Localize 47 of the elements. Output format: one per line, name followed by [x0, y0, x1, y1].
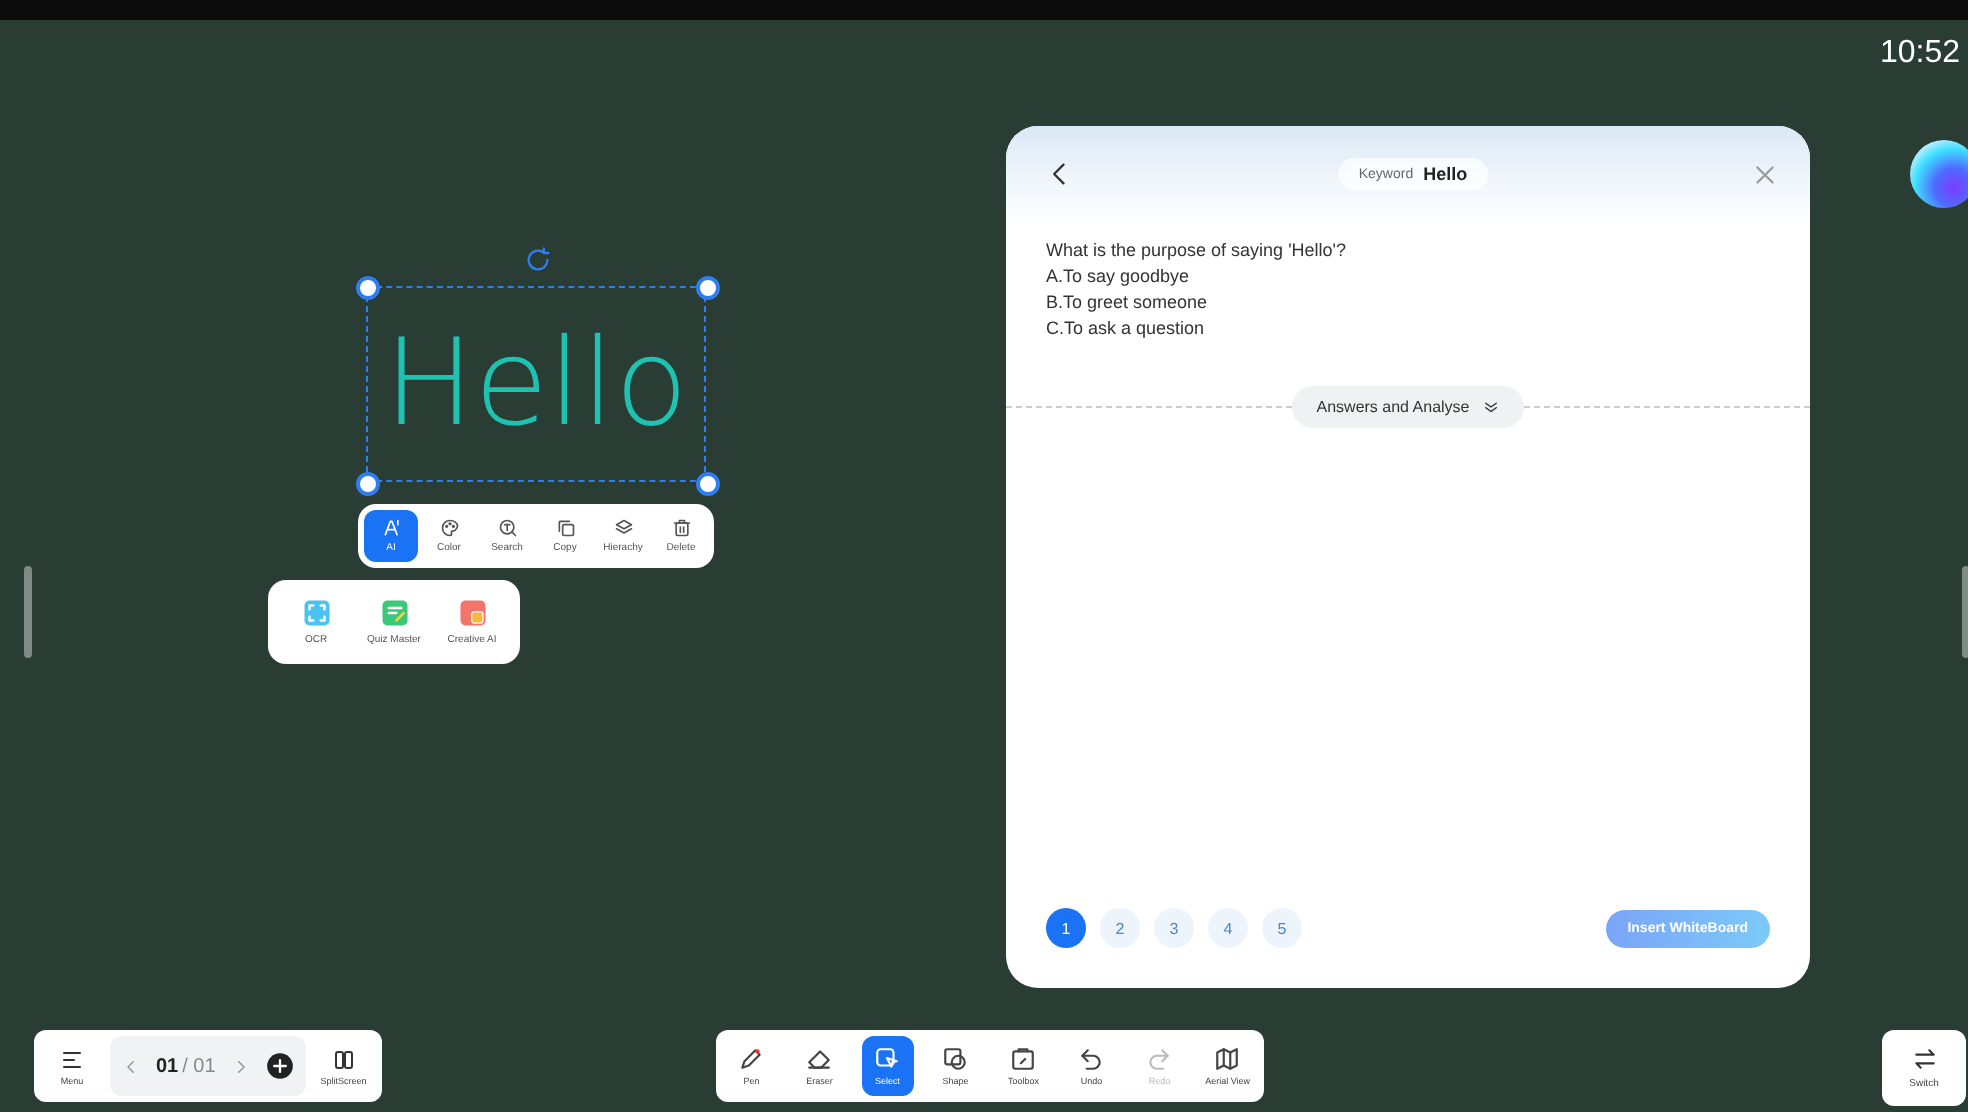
question-text: What is the purpose of saying 'Hello'? [1046, 238, 1349, 264]
answer-option: B.To greet someone [1046, 290, 1770, 316]
chevron-left-icon [122, 1057, 140, 1075]
keyword-value: Hello [1423, 164, 1468, 184]
columns-icon [331, 1047, 356, 1071]
ai-icon [381, 518, 401, 538]
assistant-orb-icon[interactable] [1910, 140, 1968, 208]
current-page: 01 [156, 1055, 179, 1077]
image-icon [457, 598, 487, 628]
answer-option: C.To ask a question [1046, 316, 1770, 342]
clock-time: 10:52 [1879, 36, 1960, 72]
answers-button[interactable]: Answers and Analyse [1292, 386, 1524, 428]
resize-handle[interactable] [696, 472, 720, 496]
copy-icon [555, 518, 575, 538]
chevrons-down-icon [1481, 398, 1500, 416]
redo-icon [1146, 1046, 1173, 1072]
layers-icon [613, 518, 633, 538]
palette-icon [439, 518, 459, 538]
toolbox-icon [1010, 1046, 1037, 1072]
scan-icon [301, 598, 331, 628]
side-handle[interactable] [1962, 566, 1968, 658]
select-icon [874, 1046, 901, 1072]
add-page-button[interactable] [265, 1052, 294, 1080]
pen-icon [738, 1046, 765, 1072]
resize-handle[interactable] [356, 276, 380, 300]
previous-page-button[interactable] [122, 1057, 140, 1075]
page-number-button[interactable]: 1 [1046, 908, 1086, 948]
answer-option: A.To say goodbye [1046, 264, 1770, 290]
close-icon [1752, 161, 1778, 187]
eraser-icon [806, 1046, 833, 1072]
total-pages: / 01 [182, 1055, 216, 1077]
resize-handle[interactable] [696, 276, 720, 300]
trash-icon [671, 518, 691, 538]
notepad-icon [379, 598, 409, 628]
close-button[interactable] [1752, 161, 1778, 187]
map-icon [1214, 1046, 1241, 1072]
rotate-icon [524, 246, 552, 274]
swap-arrows-icon [1911, 1046, 1937, 1072]
handwritten-text: Hello [383, 312, 689, 458]
search-icon [497, 518, 517, 538]
resize-handle[interactable] [356, 472, 380, 496]
side-handle[interactable] [24, 566, 32, 658]
undo-icon [1078, 1046, 1105, 1072]
shape-icon [942, 1046, 969, 1072]
page-number-button[interactable]: 4 [1208, 908, 1248, 948]
menu-icon [60, 1047, 84, 1071]
plus-icon [265, 1052, 294, 1080]
